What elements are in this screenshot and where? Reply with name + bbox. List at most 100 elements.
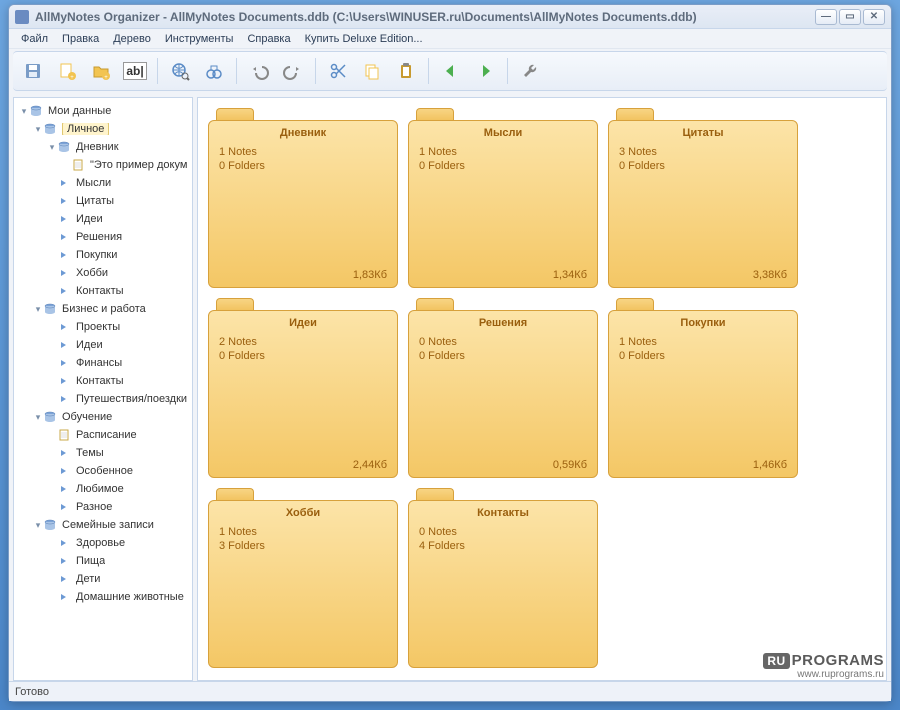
folder-body: Покупки 1 Notes 0 Folders 1,46Кб — [608, 310, 798, 478]
forward-icon[interactable] — [471, 57, 499, 85]
expand-toggle[interactable]: ▾ — [18, 106, 30, 117]
tree-node[interactable]: ▾ Обучение — [16, 408, 190, 426]
toolbar-separator — [236, 58, 237, 84]
tree-node[interactable]: ▾ Семейные записи — [16, 516, 190, 534]
window-title: AllMyNotes Organizer - AllMyNotes Docume… — [35, 10, 697, 24]
menu-правка[interactable]: Правка — [56, 31, 105, 47]
expand-toggle[interactable]: ▾ — [32, 124, 44, 135]
rename-icon[interactable]: ab| — [121, 57, 149, 85]
arrow-icon — [58, 339, 70, 351]
tree-node[interactable]: ▾Бизнес и работа — [16, 300, 190, 318]
tree-node[interactable]: Пища — [16, 552, 190, 570]
tree-node[interactable]: ▾ Мои данные — [16, 102, 190, 120]
tree-node[interactable]: Идеи — [16, 210, 190, 228]
tree-label: Расписание — [74, 429, 137, 441]
folder-card[interactable]: Цитаты 3 Notes 0 Folders 3,38Кб — [608, 108, 798, 288]
back-icon[interactable] — [437, 57, 465, 85]
tree-node[interactable]: Дети — [16, 570, 190, 588]
tree-node[interactable]: ▾Дневник — [16, 138, 190, 156]
folder-notes-count: 1 Notes — [619, 335, 787, 349]
tree-node[interactable]: Решения — [16, 228, 190, 246]
menu-купить-deluxe-edition-[interactable]: Купить Deluxe Edition... — [299, 31, 429, 47]
tree-node[interactable]: Домашние животные — [16, 588, 190, 606]
new-folder-icon[interactable]: + — [87, 57, 115, 85]
tree-node[interactable]: Путешествия/поездки — [16, 390, 190, 408]
settings-icon[interactable] — [516, 57, 544, 85]
arrow-icon — [58, 357, 70, 369]
folder-card[interactable]: Мысли 1 Notes 0 Folders 1,34Кб — [408, 108, 598, 288]
find-icon[interactable] — [200, 57, 228, 85]
menu-файл[interactable]: Файл — [15, 31, 54, 47]
redo-icon[interactable] — [279, 57, 307, 85]
copy-icon[interactable] — [358, 57, 386, 85]
tree-label: Хобби — [74, 267, 108, 279]
tree-node[interactable]: Темы — [16, 444, 190, 462]
tree-panel[interactable]: ▾Мои данные▾Личное▾Дневник"Это пример до… — [13, 97, 193, 681]
menu-инструменты[interactable]: Инструменты — [159, 31, 240, 47]
folder-card[interactable]: Хобби 1 Notes 3 Folders — [208, 488, 398, 668]
tree-node[interactable]: ▾Личное — [16, 120, 190, 138]
app-window: AllMyNotes Organizer - AllMyNotes Docume… — [8, 4, 892, 702]
arrow-icon — [58, 213, 70, 225]
minimize-button[interactable]: — — [815, 9, 837, 25]
tree-label: Контакты — [74, 375, 124, 387]
tree-node[interactable]: Хобби — [16, 264, 190, 282]
db-icon — [44, 411, 56, 423]
menu-дерево[interactable]: Дерево — [107, 31, 157, 47]
tree-node[interactable]: Здоровье — [16, 534, 190, 552]
cut-icon[interactable] — [324, 57, 352, 85]
tree-node[interactable]: Идеи — [16, 336, 190, 354]
folder-card[interactable]: Дневник 1 Notes 0 Folders 1,83Кб — [208, 108, 398, 288]
folder-subfolders-count: 4 Folders — [419, 539, 587, 553]
tree-node[interactable]: Мысли — [16, 174, 190, 192]
arrow-icon — [58, 555, 70, 567]
tree-node[interactable]: Расписание — [16, 426, 190, 444]
folder-card[interactable]: Покупки 1 Notes 0 Folders 1,46Кб — [608, 298, 798, 478]
tree-node[interactable]: Особенное — [16, 462, 190, 480]
tree-node[interactable]: Цитаты — [16, 192, 190, 210]
expand-toggle[interactable]: ▾ — [32, 304, 44, 315]
folder-card[interactable]: Решения 0 Notes 0 Folders 0,59Кб — [408, 298, 598, 478]
save-icon[interactable] — [19, 57, 47, 85]
maximize-button[interactable]: ▭ — [839, 9, 861, 25]
tree-node[interactable]: Покупки — [16, 246, 190, 264]
watermark-brand: PROGRAMS — [792, 652, 884, 669]
watermark-url: www.ruprograms.ru — [763, 669, 884, 680]
folder-body: Цитаты 3 Notes 0 Folders 3,38Кб — [608, 120, 798, 288]
paste-icon[interactable] — [392, 57, 420, 85]
tree-label: Цитаты — [74, 195, 114, 207]
doc-icon — [58, 429, 70, 441]
menu-справка[interactable]: Справка — [241, 31, 296, 47]
tree-label: Семейные записи — [60, 519, 154, 531]
tree-node[interactable]: Контакты — [16, 372, 190, 390]
undo-icon[interactable] — [245, 57, 273, 85]
expand-toggle[interactable]: ▾ — [46, 142, 58, 153]
folder-card[interactable]: Идеи 2 Notes 0 Folders 2,44Кб — [208, 298, 398, 478]
expand-toggle[interactable]: ▾ — [32, 412, 44, 423]
arrow-icon — [58, 231, 70, 243]
tree-node[interactable]: "Это пример докум — [16, 156, 190, 174]
arrow-icon — [58, 177, 70, 189]
tree-node[interactable]: Любимое — [16, 480, 190, 498]
tree-label: Мои данные — [46, 105, 111, 117]
db-icon — [30, 105, 42, 117]
global-search-icon[interactable] — [166, 57, 194, 85]
expand-toggle[interactable]: ▾ — [32, 520, 44, 531]
folder-card[interactable]: Контакты 0 Notes 4 Folders — [408, 488, 598, 668]
statusbar: Готово — [9, 681, 891, 701]
tree-node[interactable]: Финансы — [16, 354, 190, 372]
folder-subfolders-count: 0 Folders — [619, 159, 787, 173]
new-note-icon[interactable]: + — [53, 57, 81, 85]
tree-label: Решения — [74, 231, 122, 243]
arrow-icon — [58, 501, 70, 513]
tree-node[interactable]: Проекты — [16, 318, 190, 336]
folder-title: Решения — [419, 317, 587, 329]
tree-label: Обучение — [60, 411, 112, 423]
arrow-icon — [58, 267, 70, 279]
tree-node[interactable]: Контакты — [16, 282, 190, 300]
tree-node[interactable]: Разное — [16, 498, 190, 516]
arrow-icon — [58, 447, 70, 459]
folder-size: 1,83Кб — [219, 269, 387, 281]
toolbar: ++ab| — [13, 51, 887, 91]
close-button[interactable]: ✕ — [863, 9, 885, 25]
